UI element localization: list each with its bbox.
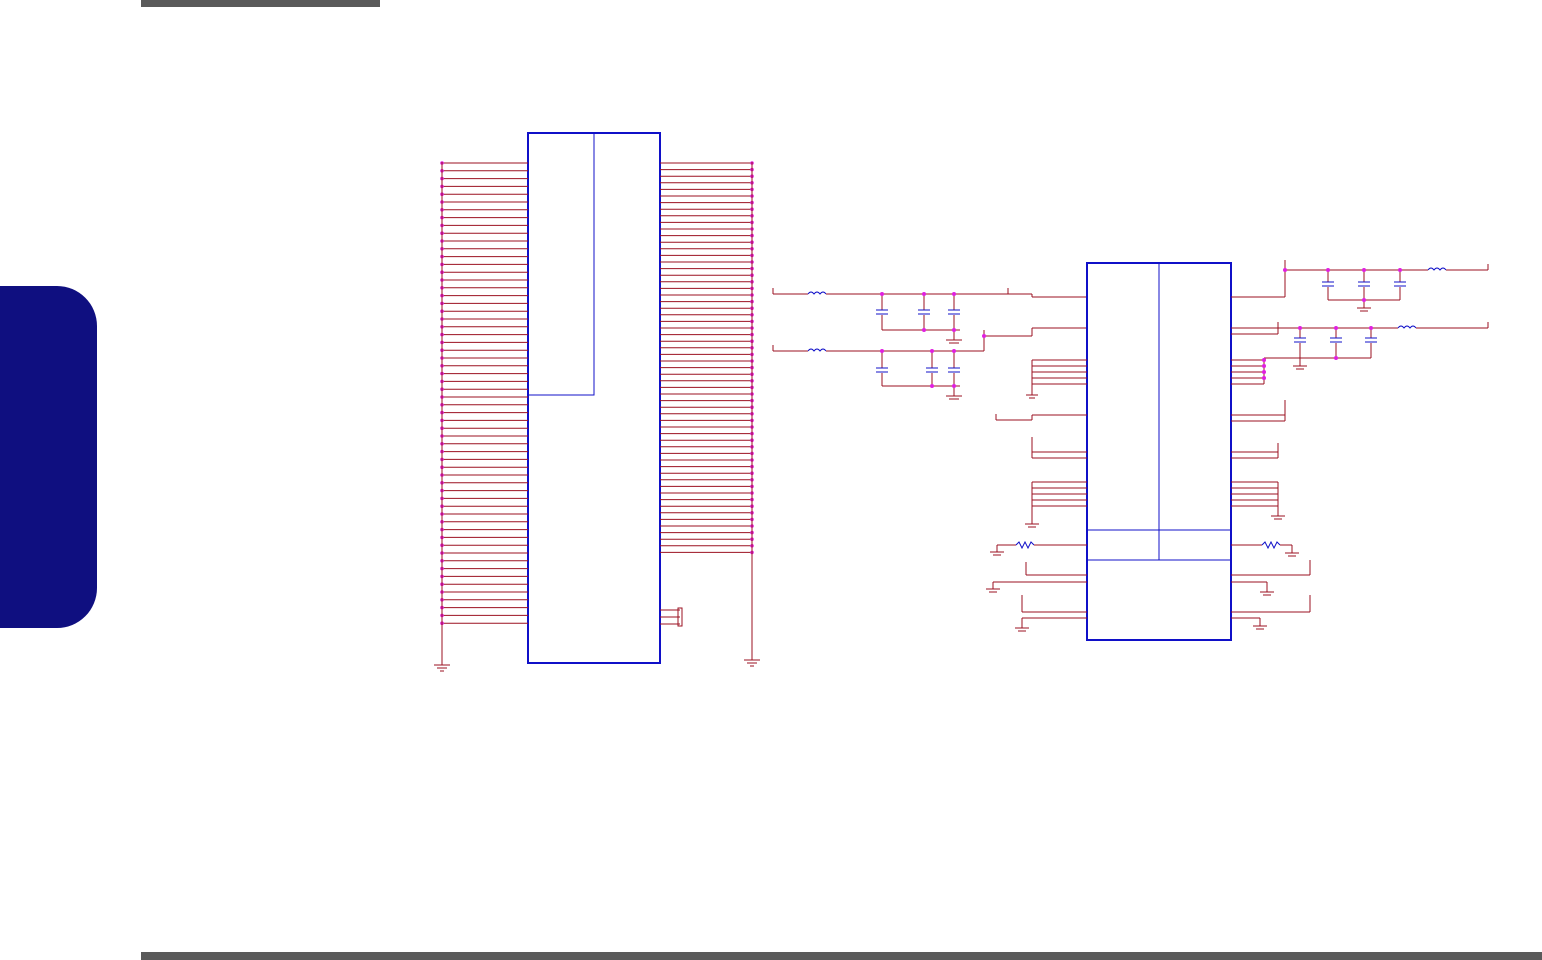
left-ground-rail	[434, 162, 450, 672]
filter-network-2	[772, 327, 1087, 400]
right-ic-right-side-nets	[1231, 260, 1489, 630]
controller-ic-right	[1086, 262, 1232, 641]
small-pins	[660, 607, 683, 627]
filter-caps-2	[876, 367, 960, 373]
schematic-diagram	[434, 132, 1489, 672]
right-ic-left-side-nets	[986, 359, 1087, 632]
filter-network-1	[772, 288, 1087, 344]
right-filter-caps	[1294, 281, 1406, 343]
filter-caps-1	[876, 309, 960, 315]
connector-ic-left	[527, 132, 661, 664]
connector-right-pins	[660, 161, 754, 555]
connector-left-pins	[440, 161, 528, 625]
